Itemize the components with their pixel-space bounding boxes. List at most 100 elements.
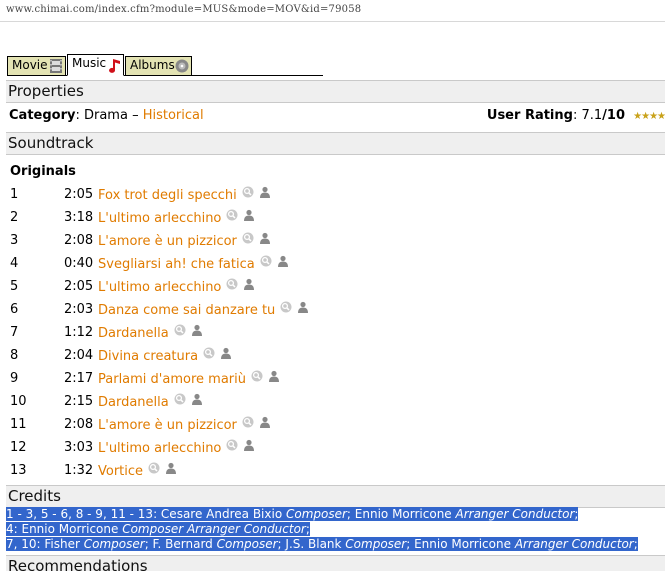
track-duration: 1:32 [64,463,94,478]
credit-role: Composer Arranger Conductor [122,522,306,536]
credit-text: ; [633,537,638,551]
track-row: 12 3:03 L'ultimo arlecchino [10,438,650,458]
track-row: 13 1:32 Vortice [10,461,650,481]
search-icon[interactable] [280,300,292,313]
tab-albums-label: Albums [130,58,175,72]
track-title-link[interactable]: Divina creatura [98,349,198,364]
track-row: 1 2:05 Fox trot degli specchi [10,185,650,205]
track-title-link[interactable]: L'amore è un pizzicor [98,418,237,433]
track-number: 5 [10,279,19,294]
track-number: 8 [10,348,19,363]
track-title-link[interactable]: L'ultimo arlecchino [98,280,221,295]
track-duration: 2:17 [64,371,94,386]
search-icon[interactable] [242,231,254,244]
track-title-link[interactable]: L'amore è un pizzicor [98,234,237,249]
user-rating-label: User Rating [486,108,573,123]
search-icon[interactable] [242,185,254,198]
colon: : [75,108,84,123]
credit-text: ; [305,522,310,536]
search-icon[interactable] [260,254,272,267]
credit-role: Composer [83,537,145,551]
search-icon[interactable] [226,277,238,290]
credit-text: 1 - 3, 5 - 6, 8 - 9, 11 - 13: Cesare And… [6,507,286,521]
track-duration: 2:08 [64,417,94,432]
search-icon[interactable] [226,208,238,221]
person-icon[interactable] [165,461,177,474]
credit-line: 7, 10: Fisher Composer; F. Bernard Compo… [6,537,665,552]
user-rating-max: /10 [602,108,625,123]
credit-line: 1 - 3, 5 - 6, 8 - 9, 11 - 13: Cesare And… [6,507,665,522]
search-icon[interactable] [226,438,238,451]
track-number: 2 [10,210,19,225]
search-icon[interactable] [148,461,160,474]
credit-role: Composer [285,507,347,521]
person-icon[interactable] [259,185,271,198]
track-row: 3 2:08 L'amore è un pizzicor [10,231,650,251]
credit-line-text: 1 - 3, 5 - 6, 8 - 9, 11 - 13: Cesare And… [6,507,579,521]
track-title-link[interactable]: Dardanella [98,395,169,410]
tab-albums[interactable]: Albums [125,56,192,75]
category-link-historical[interactable]: Historical [143,108,204,123]
tab-music[interactable]: Music [67,54,124,76]
music-note-icon [109,59,120,73]
track-title-wrap: L'amore è un pizzicor [98,231,271,252]
person-icon[interactable] [243,277,255,290]
search-icon[interactable] [242,415,254,428]
track-title-link[interactable]: L'ultimo arlecchino [98,441,221,456]
search-icon[interactable] [174,392,186,405]
track-title-link[interactable]: Svegliarsi ah! che fatica [98,257,255,272]
credit-text: ; F. Bernard [144,537,217,551]
track-row: 7 1:12 Dardanella [10,323,650,343]
person-icon[interactable] [220,346,232,359]
track-duration: 1:12 [64,325,94,340]
track-title-wrap: L'ultimo arlecchino [98,277,255,298]
person-icon[interactable] [259,231,271,244]
person-icon[interactable] [268,369,280,382]
track-row: 5 2:05 L'ultimo arlecchino [10,277,650,297]
url-text: www.chimai.com/index.cfm?module=MUS&mode… [6,4,362,15]
search-icon[interactable] [203,346,215,359]
track-duration: 2:05 [64,279,94,294]
track-title-wrap: Parlami d'amore mariù [98,369,280,390]
track-row: 9 2:17 Parlami d'amore mariù [10,369,650,389]
track-title-link[interactable]: Vortice [98,464,143,479]
track-title-link[interactable]: Parlami d'amore mariù [98,372,246,387]
person-icon[interactable] [297,300,309,313]
tab-movie[interactable]: Movie [7,56,66,75]
track-duration: 2:15 [64,394,94,409]
person-icon[interactable] [277,254,289,267]
credit-line-text: 7, 10: Fisher Composer; F. Bernard Compo… [6,537,638,551]
tab-movie-label: Movie [12,58,48,72]
search-icon[interactable] [174,323,186,336]
track-number: 6 [10,302,19,317]
credit-text: 4: Ennio Morricone [6,522,123,536]
person-icon[interactable] [259,415,271,428]
track-number: 1 [10,187,19,202]
track-title-link[interactable]: Danza come sai danzare tu [98,303,275,318]
track-number: 9 [10,371,19,386]
track-title-wrap: Dardanella [98,392,203,413]
person-icon[interactable] [243,208,255,221]
credit-text: ; [574,507,579,521]
person-icon[interactable] [191,392,203,405]
track-title-link[interactable]: L'ultimo arlecchino [98,211,221,226]
track-number: 3 [10,233,19,248]
track-title-wrap: Danza come sai danzare tu [98,300,309,321]
person-icon[interactable] [191,323,203,336]
search-icon[interactable] [251,369,263,382]
credit-text: ; J.S. Blank [277,537,346,551]
track-title-wrap: L'ultimo arlecchino [98,438,255,459]
track-number: 4 [10,256,19,271]
track-title-link[interactable]: Fox trot degli specchi [98,188,237,203]
track-row: 6 2:03 Danza come sai danzare tu [10,300,650,320]
track-row: 10 2:15 Dardanella [10,392,650,412]
address-bar[interactable]: www.chimai.com/index.cfm?module=MUS&mode… [0,0,665,22]
track-number: 12 [10,440,27,455]
person-icon[interactable] [243,438,255,451]
credit-text: 7, 10: Fisher [6,537,84,551]
track-title-link[interactable]: Dardanella [98,326,169,341]
track-duration: 3:03 [64,440,94,455]
credit-role: Arranger Conductor [514,537,634,551]
track-duration: 2:04 [64,348,94,363]
track-title-wrap: Dardanella [98,323,203,344]
